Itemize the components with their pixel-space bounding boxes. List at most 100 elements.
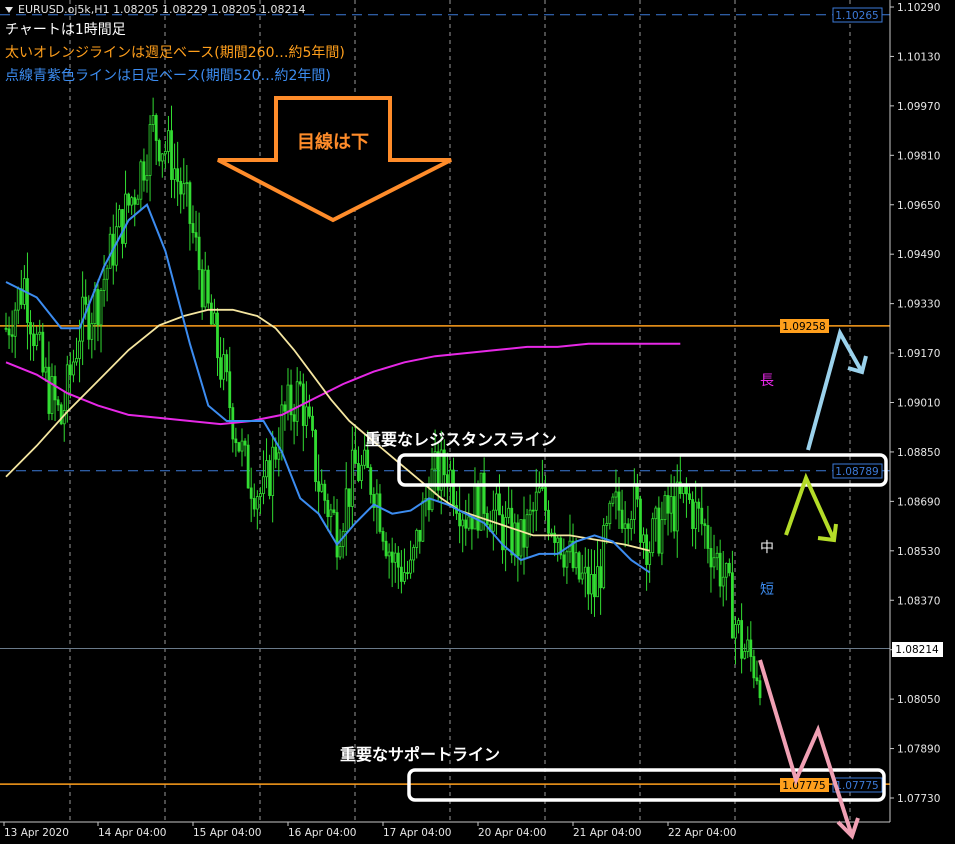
candle-body [537,487,541,493]
candle-body [145,175,149,181]
price-tick-label: 1.10290 [897,2,940,14]
candle-body [491,509,495,532]
candle-body [332,509,336,513]
candle-body [75,358,78,363]
ma-long-label: 長 [760,373,774,389]
candle-body [406,572,409,574]
tag-blue-mid: 1.08789 [835,466,878,478]
candle-body [498,493,501,516]
candle-body [743,650,747,659]
price-tick-label: 1.09970 [897,101,940,113]
candle-body [639,498,642,543]
candle-body [335,512,339,558]
candle-body [304,406,308,426]
time-tick-label: 16 Apr 04:00 [288,827,356,839]
arrow-label: 目線は下 [297,131,369,153]
candle-body [338,546,342,558]
collapse-triangle-icon[interactable] [5,6,13,13]
time-tick-label: 13 Apr 2020 [4,827,69,839]
candle-body [363,449,367,466]
candle-body [384,540,388,557]
candle-body [458,512,462,527]
candle-body [323,483,327,501]
candle-body [78,340,81,359]
tag-orange-lower: 1.07775 [782,780,825,792]
candle-body [528,509,532,516]
candle-body [617,491,621,511]
candle-body [504,516,508,551]
candle-body [519,519,523,557]
price-chart[interactable]: 1.10290 1.10130 1.09970 1.09810 1.09650 1.094… [0,0,955,844]
candle-body [32,333,35,347]
candle-body [752,656,756,679]
candle-body [38,331,42,335]
candle-body [360,464,363,481]
candle-body [314,429,317,483]
candle-body [308,406,311,417]
candle-body [378,493,382,532]
candle-body [10,334,14,337]
candle-body [666,495,670,514]
time-tick-label: 21 Apr 04:00 [573,827,641,839]
candle-body [179,180,183,195]
candle-body [593,573,596,598]
candle-body [734,624,737,639]
price-tick-label: 1.09010 [897,398,940,410]
candle-body [724,562,728,578]
candle-body [740,620,744,659]
candle-body [68,364,72,376]
candle-body [127,193,131,206]
time-tick-label: 14 Apr 04:00 [98,827,166,839]
candle-body [258,493,262,498]
candle-body [191,223,195,233]
candle-body [685,486,688,495]
price-tick-label: 1.09170 [897,348,940,360]
candle-body [213,312,216,325]
header-line-timeframe: チャートは1時間足 [5,22,126,38]
candle-body [240,440,244,452]
candle-body [565,551,569,568]
candle-body [200,269,204,308]
candle-body [283,404,287,412]
candle-body [675,481,679,532]
candle-body [672,496,676,532]
candle-body [102,278,106,291]
candle-body [65,364,69,411]
price-tick-label: 1.08690 [897,496,940,508]
candle-body [206,269,210,304]
candle-body [277,452,281,460]
candle-body [292,414,296,422]
time-tick-label: 22 Apr 04:00 [668,827,736,839]
candle-body [148,124,152,176]
candle-body [393,552,397,563]
candle-body [590,573,593,595]
resistance-label: 重要なレジスタンスライン [365,430,557,449]
price-tick-label: 1.09490 [897,249,940,261]
candle-body [721,576,725,587]
candle-body [222,354,226,380]
symbol-ohlc: EURUSD.oj5k,H1 1.08205 1.08229 1.08205 1… [18,3,306,16]
candle-body [350,449,354,507]
candle-body [544,487,547,511]
candle-body [118,209,121,228]
candle-body [681,486,685,494]
price-tick-label: 1.07730 [897,793,940,805]
candle-body [632,483,636,520]
price-tick-label: 1.09650 [897,200,940,212]
candle-body [311,415,314,431]
time-tick-label: 20 Apr 04:00 [478,827,546,839]
tag-blue-lower: 1.07775 [835,780,878,792]
candle-body [452,469,455,506]
candle-body [99,290,103,326]
candle-body [357,463,360,481]
candle-body [608,502,612,524]
ma-short-label: 短 [760,582,774,598]
candle-body [274,446,278,460]
candle-body [654,507,658,520]
header: EURUSD.oj5k,H1 1.08205 1.08229 1.08205 1… [5,3,345,85]
candle-body [688,493,691,500]
candle-body [749,639,753,657]
candle-body [167,130,170,152]
candle-body [694,501,698,529]
candle-body [415,529,419,548]
